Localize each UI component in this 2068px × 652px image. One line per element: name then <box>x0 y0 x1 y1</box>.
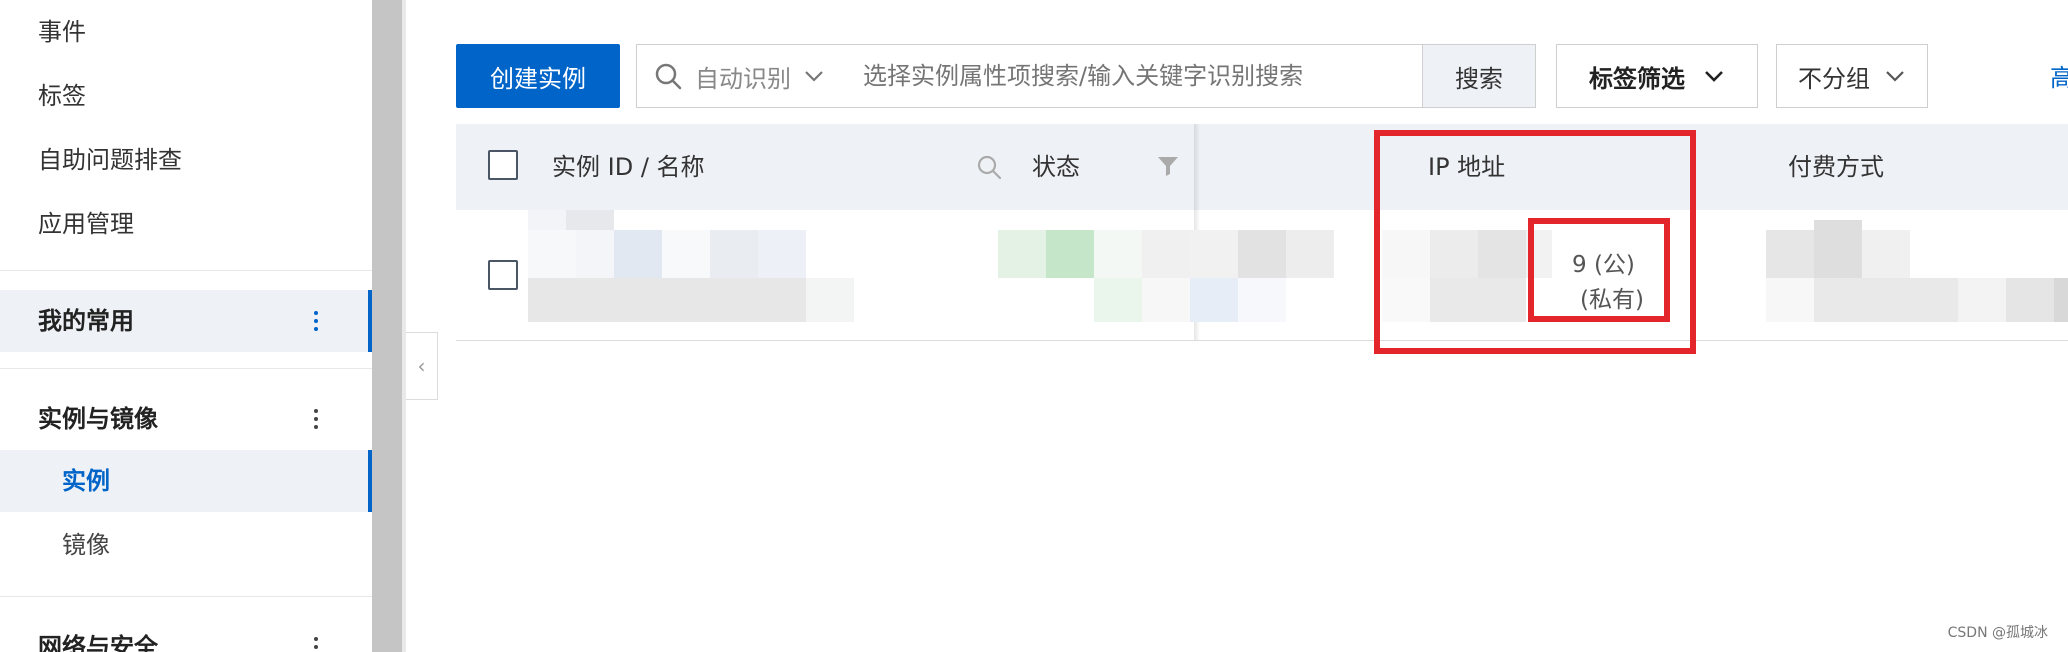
sidebar-item-troubleshoot[interactable]: 自助问题排查 <box>38 140 182 180</box>
sidebar-group-label: 实例与镜像 <box>38 405 158 433</box>
group-select[interactable]: 不分组 <box>1776 44 1928 108</box>
column-header-billing[interactable]: 付费方式 <box>1788 124 1884 210</box>
sidebar-item-app-management[interactable]: 应用管理 <box>38 204 134 244</box>
search-button[interactable]: 搜索 <box>1422 44 1536 108</box>
sidebar-item-images[interactable]: 镜像 <box>0 514 372 576</box>
sidebar-divider <box>0 596 372 597</box>
search-input[interactable] <box>863 62 1423 90</box>
advanced-search-link[interactable]: 高 <box>2050 58 2068 93</box>
sidebar-group-label: 我的常用 <box>38 307 134 335</box>
row-checkbox[interactable] <box>488 260 518 290</box>
sidebar-item-instances[interactable]: 实例 <box>0 450 372 512</box>
sidebar: 事件 标签 自助问题排查 应用管理 我的常用 实例与镜像 实例 镜像 网络与安全 <box>0 0 372 652</box>
highlight-ip-values <box>1528 218 1670 322</box>
more-options-icon[interactable] <box>306 388 326 450</box>
chevron-down-icon <box>1705 71 1723 82</box>
group-select-value: 不分组 <box>1798 64 1870 93</box>
search-icon <box>655 63 682 90</box>
app-root: 事件 标签 自助问题排查 应用管理 我的常用 实例与镜像 实例 镜像 网络与安全 <box>0 0 2068 652</box>
sidebar-group-label: 网络与安全 <box>38 633 158 652</box>
chevron-down-icon <box>1886 71 1904 82</box>
chevron-left-icon: ‹ <box>417 354 426 378</box>
filter-icon[interactable] <box>1156 154 1180 178</box>
collapse-sidebar-button[interactable]: ‹ <box>406 332 438 400</box>
sidebar-divider <box>0 270 372 271</box>
auto-detect-select[interactable]: 自动识别 <box>695 59 791 94</box>
select-all-checkbox[interactable] <box>488 150 518 180</box>
sidebar-item-events[interactable]: 事件 <box>38 12 86 52</box>
watermark: CSDN @孤城冰 <box>1947 625 2048 641</box>
more-options-icon[interactable] <box>306 616 326 652</box>
column-header-instance-id[interactable]: 实例 ID / 名称 <box>552 124 705 210</box>
sidebar-scrollbar[interactable] <box>372 0 402 652</box>
column-header-status[interactable]: 状态 <box>1032 124 1080 210</box>
chevron-down-icon[interactable] <box>803 65 825 87</box>
sidebar-group-favorites[interactable]: 我的常用 <box>0 290 372 352</box>
search-icon[interactable] <box>974 152 1004 182</box>
tag-filter-button[interactable]: 标签筛选 <box>1556 44 1758 108</box>
create-instance-button[interactable]: 创建实例 <box>456 44 620 108</box>
sidebar-item-label: 镜像 <box>62 531 110 559</box>
sidebar-group-network-security[interactable]: 网络与安全 <box>0 616 372 652</box>
more-options-icon[interactable] <box>306 290 326 352</box>
table-row-divider <box>456 340 2068 341</box>
sidebar-item-label: 实例 <box>62 467 110 495</box>
sidebar-edge <box>402 0 406 652</box>
sidebar-group-instances-images[interactable]: 实例与镜像 <box>0 388 372 450</box>
tag-filter-label: 标签筛选 <box>1589 64 1685 93</box>
sidebar-divider <box>0 368 372 369</box>
search-bar[interactable]: 自动识别 <box>636 44 1424 108</box>
sidebar-item-tags[interactable]: 标签 <box>38 76 86 116</box>
